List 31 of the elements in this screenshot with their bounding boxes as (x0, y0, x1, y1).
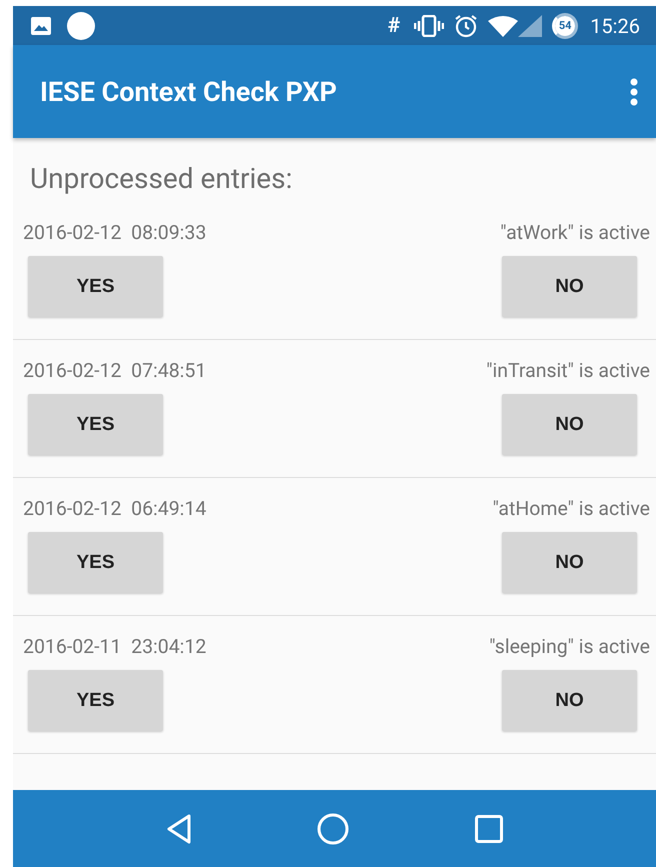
no-button[interactable]: NO (502, 394, 637, 455)
no-button[interactable]: NO (502, 532, 637, 593)
app-title: IESE Context Check PXP (40, 76, 338, 108)
yes-button[interactable]: YES (28, 394, 163, 455)
context-status: "atWork" is active (500, 220, 650, 244)
home-icon[interactable] (317, 812, 350, 844)
recent-apps-icon[interactable] (475, 814, 504, 842)
signal-icon (518, 14, 542, 36)
wifi-icon (488, 14, 518, 36)
entry-timestamp: 2016-02-12 07:48:51 (23, 358, 206, 382)
yes-button[interactable]: YES (28, 670, 163, 731)
context-status: "inTransit" is active (486, 358, 650, 382)
clock-time: 15:26 (590, 14, 640, 38)
entry-timestamp: 2016-02-11 23:04:12 (23, 634, 206, 658)
hash-symbol: # (388, 14, 400, 38)
entry-timestamp: 2016-02-12 06:49:14 (23, 496, 206, 520)
alarm-clock-icon (454, 14, 478, 38)
section-heading: Unprocessed entries: (30, 162, 292, 195)
yes-button[interactable]: YES (28, 532, 163, 593)
vibrate-icon (414, 14, 444, 36)
image-icon (31, 16, 51, 34)
context-status: "atHome" is active (492, 496, 650, 520)
overflow-menu-icon[interactable] (630, 78, 638, 106)
context-status: "sleeping" is active (489, 634, 650, 658)
yes-button[interactable]: YES (28, 256, 163, 317)
battery-indicator: 54 (552, 12, 578, 38)
entry-timestamp: 2016-02-12 08:09:33 (23, 220, 206, 244)
no-button[interactable]: NO (502, 670, 637, 731)
no-button[interactable]: NO (502, 256, 637, 317)
back-icon[interactable] (166, 812, 192, 844)
circle-icon (67, 12, 95, 40)
